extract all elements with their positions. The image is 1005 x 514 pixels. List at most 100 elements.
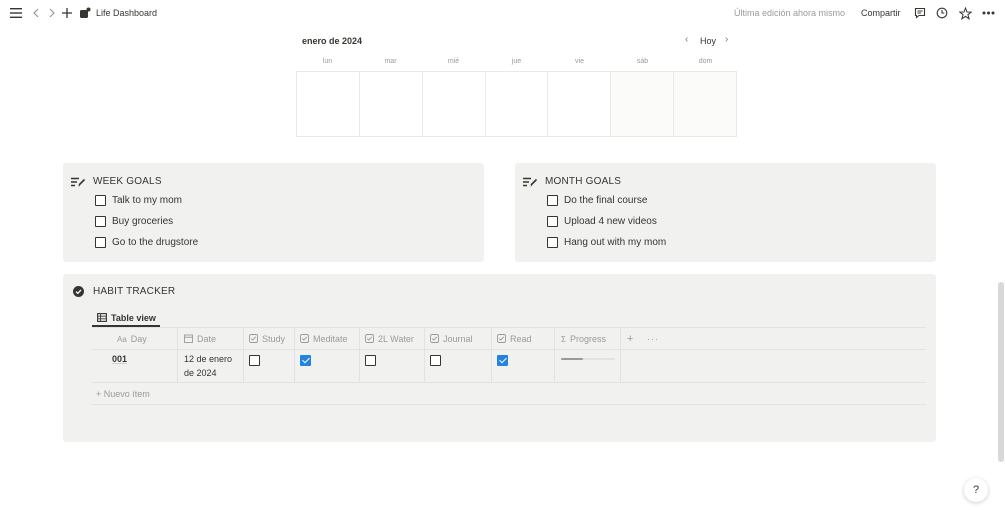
calendar-day-cell[interactable] [423,72,486,136]
todo-checkbox[interactable] [547,237,558,248]
todo-checkbox[interactable] [547,216,558,227]
read-checkbox[interactable] [497,355,508,366]
help-button[interactable]: ? [964,478,988,502]
column-label: Meditate [313,334,348,344]
month-goals-title: MONTH GOALS [545,176,622,187]
progress-bar [561,358,615,360]
checkbox-property-icon [365,333,374,345]
todo-item: Do the final course [547,195,647,206]
table-row-divider [92,382,926,383]
study-checkbox[interactable] [249,355,260,366]
column-header-water[interactable]: 2L Water [365,332,414,346]
week-goals-header: WEEK GOALS [71,176,162,187]
comment-icon[interactable] [912,5,928,21]
calendar-day-cell[interactable] [611,72,675,136]
column-label: Read [510,334,532,344]
column-header-study[interactable]: Study [249,332,285,346]
column-label: Progress [569,334,606,344]
todo-label[interactable]: Hang out with my mom [564,237,666,248]
todo-label[interactable]: Do the final course [564,195,647,206]
check-circle-icon [73,286,84,297]
forward-icon[interactable] [44,5,60,21]
last-edited-status: Última edición ahora mismo [734,8,846,18]
add-icon[interactable] [59,5,75,21]
column-separator [243,328,244,382]
progress-bar-fill [561,358,583,360]
todo-label[interactable]: Upload 4 new videos [564,216,657,227]
todo-checkbox[interactable] [95,216,106,227]
checklist-icon [523,177,538,187]
calendar-day-cell[interactable] [360,72,423,136]
title-property-icon: Aa [117,334,127,344]
todo-item: Go to the drugstore [95,237,198,248]
todo-item: Talk to my mom [95,195,182,206]
calendar-next-icon[interactable]: › [725,34,728,45]
meditate-checkbox[interactable] [300,355,311,366]
todo-label[interactable]: Talk to my mom [112,195,182,206]
column-header-meditate[interactable]: Meditate [300,332,348,346]
calendar-grid [296,71,737,137]
todo-item: Upload 4 new videos [547,216,657,227]
day-cell[interactable]: 001 [112,353,127,366]
menu-icon[interactable] [8,5,24,21]
history-icon[interactable] [934,5,950,21]
scrollbar-thumb[interactable] [998,282,1004,462]
habit-tracker-title: HABIT TRACKER [93,286,176,297]
weekday-label: vie [575,58,584,65]
checkbox-property-icon [430,333,439,345]
column-separator [554,328,555,382]
column-label: Date [197,334,217,344]
share-button[interactable]: Compartir [861,8,901,18]
column-header-date[interactable]: Date [184,332,216,346]
page-icon [79,7,91,19]
todo-label[interactable]: Buy groceries [112,216,173,227]
todo-item: Hang out with my mom [547,237,666,248]
column-header-day[interactable]: Aa Day [117,332,147,346]
todo-checkbox[interactable] [95,237,106,248]
calendar-prev-icon[interactable]: ‹ [685,34,688,45]
todo-checkbox[interactable] [95,195,106,206]
calendar-day-cell[interactable] [486,72,549,136]
column-header-progress[interactable]: Σ Progress [561,332,606,346]
month-goals-callout: MONTH GOALS Do the final course Upload 4… [515,163,936,262]
todo-item: Buy groceries [95,216,173,227]
more-icon[interactable] [980,5,996,21]
column-label: 2L Water [378,334,414,344]
column-header-read[interactable]: Read [497,332,532,346]
calendar-day-cell[interactable] [674,72,737,136]
todo-label[interactable]: Go to the drugstore [112,237,198,248]
column-separator [177,328,178,382]
back-icon[interactable] [28,5,44,21]
date-cell-line2[interactable]: de 2024 [184,367,217,380]
page-title: Life Dashboard [96,8,158,18]
checkbox-property-icon [300,333,309,345]
table-header-divider [92,349,926,350]
column-label: Day [130,334,147,344]
table-top-divider [92,327,926,328]
month-goals-header: MONTH GOALS [523,176,621,187]
more-icon[interactable]: ··· [647,332,659,346]
week-goals-title: WEEK GOALS [93,176,162,187]
star-icon[interactable] [957,5,973,21]
calendar-day-cell[interactable] [297,72,360,136]
todo-checkbox[interactable] [547,195,558,206]
formula-icon: Σ [561,334,566,344]
date-cell-line1[interactable]: 12 de enero [184,353,232,366]
new-item-button[interactable]: + Nuevo ítem [96,389,150,399]
column-separator [424,328,425,382]
weekday-label: dom [698,58,713,65]
calendar-icon [184,334,193,345]
breadcrumb[interactable]: Life Dashboard [79,6,157,20]
journal-checkbox[interactable] [430,355,441,366]
calendar-day-cell[interactable] [548,72,612,136]
column-separator [620,328,621,382]
calendar-today-button[interactable]: Hoy [700,36,716,46]
checklist-icon [71,177,86,187]
column-header-journal[interactable]: Journal [430,332,473,346]
column-separator [491,328,492,382]
water-checkbox[interactable] [365,355,376,366]
calendar-month-title: enero de 2024 [302,36,363,46]
week-goals-callout: WEEK GOALS Talk to my mom Buy groceries … [63,163,484,262]
add-column-button[interactable]: + [627,332,633,346]
column-label: Study [262,334,286,344]
